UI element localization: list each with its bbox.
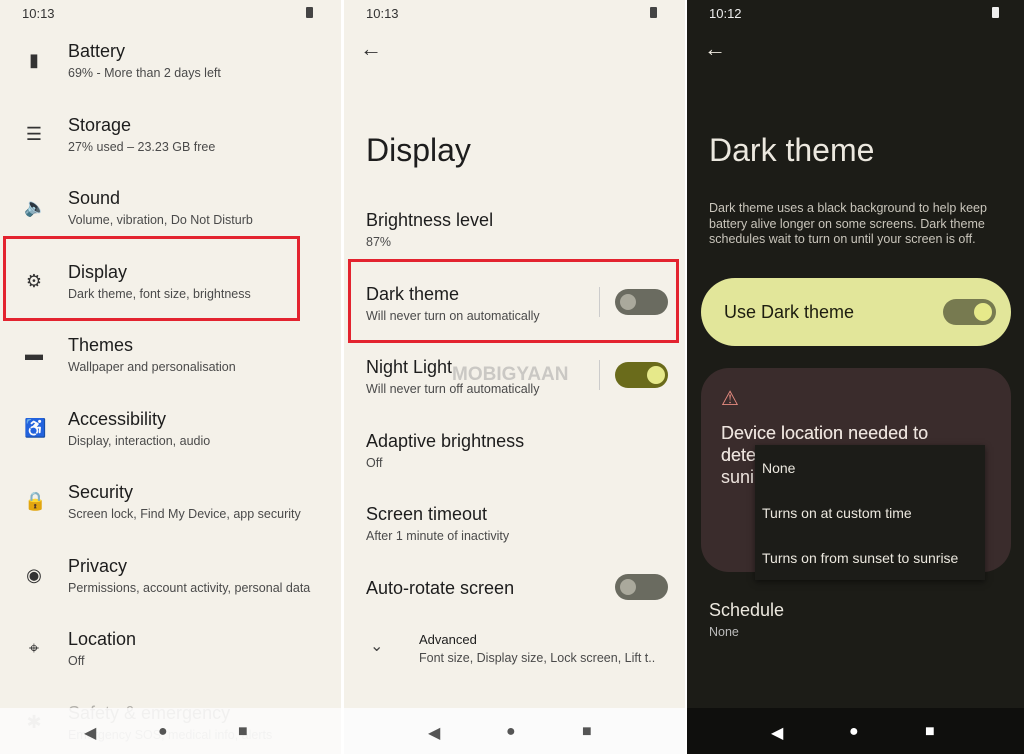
watermark: MOBIGYAAN [452, 364, 569, 385]
display-panel: 10:13 ← Display Brightness level 87% Dark… [344, 0, 685, 754]
sound-icon: 🔈 [24, 197, 47, 217]
location-icon: ⌖ [28, 638, 40, 658]
settings-item-battery[interactable]: Battery 69% - More than 2 days left [68, 41, 221, 80]
back-nav-icon[interactable]: ◀ [84, 723, 96, 743]
item-sub: Font size, Display size, Lock screen, Li… [419, 651, 656, 665]
item-title: Security [68, 482, 134, 502]
recents-nav-icon[interactable]: ■ [925, 723, 935, 741]
back-nav-icon[interactable]: ◀ [428, 723, 440, 743]
item-title: Adaptive brightness [366, 431, 525, 451]
item-sub: After 1 minute of inactivity [366, 529, 510, 543]
battery-status-icon [650, 7, 657, 18]
back-nav-icon[interactable]: ◀ [771, 723, 783, 743]
settings-item-location[interactable]: Location Off [68, 629, 136, 668]
warning-icon: ⚠ [721, 388, 739, 410]
status-time: 10:12 [709, 6, 742, 21]
battery-status-icon [306, 7, 313, 18]
use-dark-theme-card[interactable]: Use Dark theme [701, 278, 1011, 346]
recents-nav-icon[interactable]: ■ [238, 723, 248, 741]
back-arrow-icon[interactable]: ← [704, 36, 726, 62]
privacy-icon: ◉ [26, 564, 42, 585]
home-nav-icon[interactable]: ● [158, 723, 168, 741]
screen-timeout-item[interactable]: Screen timeout After 1 minute of inactivi… [366, 504, 509, 543]
page-title: Display [366, 132, 471, 168]
battery-icon: ▮ [29, 50, 39, 70]
item-title: Location [68, 629, 137, 649]
settings-panel: 10:13 ▮ Battery 69% - More than 2 days l… [0, 0, 341, 754]
schedule-title: Schedule [709, 600, 785, 620]
option-sunset-sunrise[interactable]: Turns on from sunset to sunrise [762, 550, 958, 566]
item-title: Brightness level [366, 210, 494, 230]
use-dark-theme-toggle[interactable] [943, 299, 996, 325]
item-sub: Permissions, account activity, personal … [68, 580, 311, 595]
schedule-item[interactable]: Schedule None [709, 600, 784, 639]
settings-item-sound[interactable]: Sound Volume, vibration, Do Not Disturb [68, 188, 253, 227]
item-title: Privacy [68, 555, 128, 576]
highlight-box [348, 259, 679, 343]
option-custom-time[interactable]: Turns on at custom time [762, 505, 912, 521]
settings-item-security[interactable]: Security Screen lock, Find My Device, ap… [68, 482, 301, 521]
item-title: Auto-rotate screen [366, 578, 515, 598]
item-sub: 27% used – 23.23 GB free [68, 139, 216, 154]
schedule-value: None [709, 625, 739, 639]
storage-icon: ☰ [25, 123, 43, 144]
description: Dark theme uses a black background to he… [709, 201, 987, 246]
status-time: 10:13 [22, 6, 55, 21]
item-sub: Off [68, 654, 85, 668]
use-dark-theme-label: Use Dark theme [724, 302, 855, 322]
themes-icon: ▬ [25, 344, 43, 364]
schedule-dropdown: None Turns on at custom time Turns on fr… [755, 445, 985, 580]
item-sub: Screen lock, Find My Device, app securit… [68, 507, 301, 521]
item-title: Advanced [419, 632, 477, 647]
option-none[interactable]: None [762, 460, 795, 476]
divider [599, 360, 600, 390]
nav-bar: ◀ ● ■ [344, 708, 685, 754]
item-title: Accessibility [68, 408, 167, 429]
recents-nav-icon[interactable]: ■ [582, 723, 592, 741]
status-time: 10:13 [366, 6, 399, 21]
settings-item-accessibility[interactable]: Accessibility Display, interaction, audi… [68, 409, 210, 448]
settings-item-storage[interactable]: Storage 27% used – 23.23 GB free [68, 115, 215, 154]
battery-status-icon [992, 7, 999, 18]
auto-rotate-toggle[interactable] [615, 574, 668, 600]
advanced-item[interactable]: Advanced Font size, Display size, Lock sc… [419, 632, 655, 665]
item-sub: 69% - More than 2 days left [68, 66, 221, 80]
item-sub: Wallpaper and personalisation [68, 360, 236, 374]
settings-item-privacy[interactable]: Privacy Permissions, account activity, p… [68, 556, 310, 595]
home-nav-icon[interactable]: ● [506, 723, 516, 741]
item-title: Themes [68, 335, 134, 355]
page-title: Dark theme [709, 132, 875, 168]
item-sub: Volume, vibration, Do Not Disturb [68, 213, 253, 227]
nav-bar: ◀ ● ■ [687, 708, 1024, 754]
item-title: Sound [68, 188, 121, 208]
lock-icon: 🔒 [24, 491, 47, 511]
item-title: Battery [68, 41, 126, 61]
auto-rotate-item[interactable]: Auto-rotate screen [366, 578, 514, 599]
nav-bar: ◀ ● ■ [0, 708, 341, 754]
back-arrow-icon[interactable]: ← [360, 36, 382, 62]
item-sub: 87% [366, 235, 392, 249]
settings-item-themes[interactable]: Themes Wallpaper and personalisation [68, 335, 236, 374]
accessibility-icon: ♿ [24, 417, 47, 438]
dark-theme-panel: 10:12 ← Dark theme Dark theme uses a bla… [687, 0, 1024, 754]
chevron-down-icon: ⌄ [370, 638, 384, 655]
home-nav-icon[interactable]: ● [849, 723, 859, 741]
item-sub: Display, interaction, audio [68, 433, 211, 448]
adaptive-brightness-item[interactable]: Adaptive brightness Off [366, 431, 524, 470]
item-title: Storage [68, 114, 132, 135]
item-title: Screen timeout [366, 504, 488, 524]
night-light-toggle[interactable] [615, 362, 668, 388]
brightness-level[interactable]: Brightness level 87% [366, 210, 493, 249]
highlight-box [3, 236, 300, 321]
item-sub: Off [366, 456, 383, 470]
